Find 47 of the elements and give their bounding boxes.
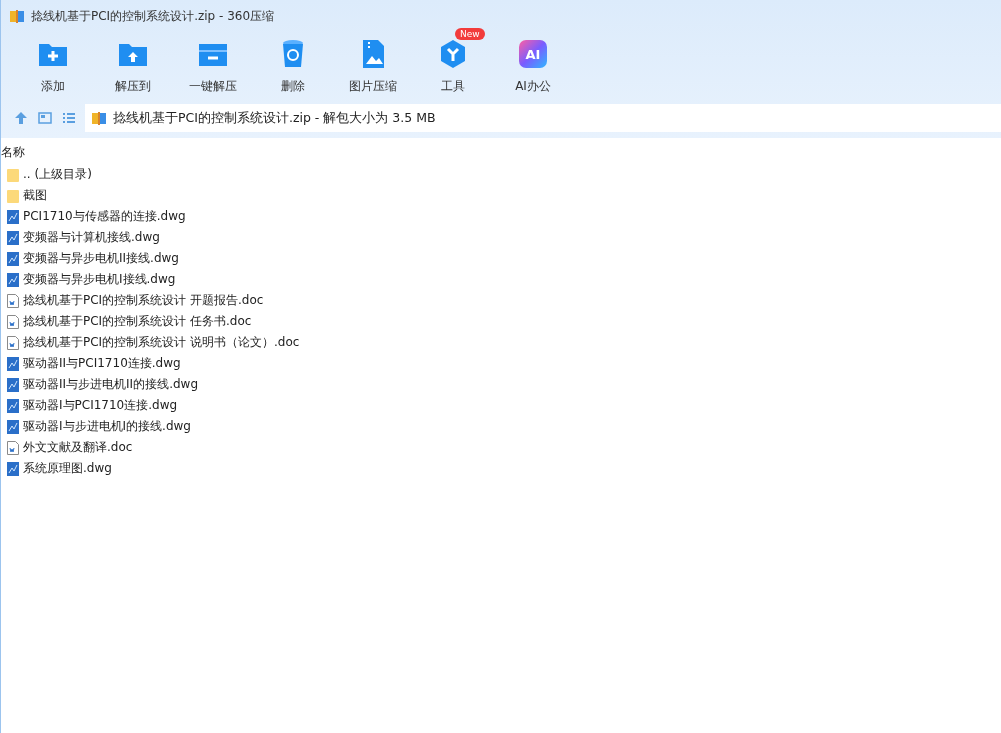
file-name[interactable]: 捻线机基于PCI的控制系统设计 说明书（论文）.doc bbox=[23, 334, 300, 351]
toolbar-button[interactable]: 添加 bbox=[13, 32, 93, 104]
ai-icon: AI bbox=[519, 40, 547, 68]
file-name[interactable]: 系统原理图.dwg bbox=[23, 460, 112, 477]
drawing-file-icon bbox=[6, 250, 20, 267]
file-name[interactable]: .. (上级目录) bbox=[23, 166, 92, 183]
column-header[interactable]: 名称 bbox=[1, 145, 25, 159]
word-file-icon bbox=[6, 439, 20, 456]
toolbar-button[interactable]: 一键解压 bbox=[173, 32, 253, 104]
file-name[interactable]: 捻线机基于PCI的控制系统设计 任务书.doc bbox=[23, 313, 252, 330]
file-name[interactable]: 外文文献及翻译.doc bbox=[23, 439, 133, 456]
drawing-file-icon bbox=[6, 355, 20, 372]
drawing-file-icon bbox=[6, 397, 20, 414]
file-name[interactable]: 驱动器I与PCI1710连接.dwg bbox=[23, 397, 178, 414]
drawing-file-icon bbox=[6, 229, 20, 246]
drawing-file-icon bbox=[6, 376, 20, 393]
file-name[interactable]: 捻线机基于PCI的控制系统设计 开题报告.doc bbox=[23, 292, 264, 309]
toolbar-button[interactable]: AI AI办公 bbox=[493, 32, 573, 104]
window-title: 捻线机基于PCI的控制系统设计.zip - 360压缩 bbox=[31, 7, 275, 25]
word-file-icon bbox=[6, 334, 20, 351]
address-bar[interactable]: 捻线机基于PCI的控制系统设计.zip - 解包大小为 3.5 MB bbox=[85, 104, 1001, 132]
up-arrow-icon[interactable] bbox=[13, 110, 29, 126]
folder-icon bbox=[6, 166, 20, 183]
file-name[interactable]: 驱动器II与PCI1710连接.dwg bbox=[23, 355, 181, 372]
archive-info: 捻线机基于PCI的控制系统设计.zip - 解包大小为 3.5 MB bbox=[113, 109, 436, 127]
word-file-icon bbox=[6, 292, 20, 309]
file-name[interactable]: 变频器与计算机接线.dwg bbox=[23, 229, 160, 246]
file-name[interactable]: 截图 bbox=[23, 187, 47, 204]
file-name[interactable]: PCI1710与传感器的连接.dwg bbox=[23, 208, 186, 225]
file-name[interactable]: 驱动器II与步进电机II的接线.dwg bbox=[23, 376, 199, 393]
file-name[interactable]: 驱动器I与步进电机I的接线.dwg bbox=[23, 418, 191, 435]
toolbar-button[interactable]: 图片压缩 bbox=[333, 32, 413, 104]
new-badge: New bbox=[455, 28, 485, 40]
list-view-icon[interactable] bbox=[61, 110, 77, 126]
drawing-file-icon bbox=[6, 271, 20, 288]
thumbnail-view-icon[interactable] bbox=[37, 110, 53, 126]
word-file-icon bbox=[6, 313, 20, 330]
file-name[interactable]: 变频器与异步电机II接线.dwg bbox=[23, 250, 179, 267]
toolbar-button[interactable]: 解压到 bbox=[93, 32, 173, 104]
drawing-file-icon bbox=[6, 418, 20, 435]
file-name[interactable]: 变频器与异步电机I接线.dwg bbox=[23, 271, 176, 288]
archive-icon bbox=[9, 8, 25, 24]
folder-icon bbox=[6, 187, 20, 204]
drawing-file-icon bbox=[6, 208, 20, 225]
archive-icon bbox=[91, 110, 107, 126]
toolbar-button[interactable]: 删除 bbox=[253, 32, 333, 104]
drawing-file-icon bbox=[6, 460, 20, 477]
